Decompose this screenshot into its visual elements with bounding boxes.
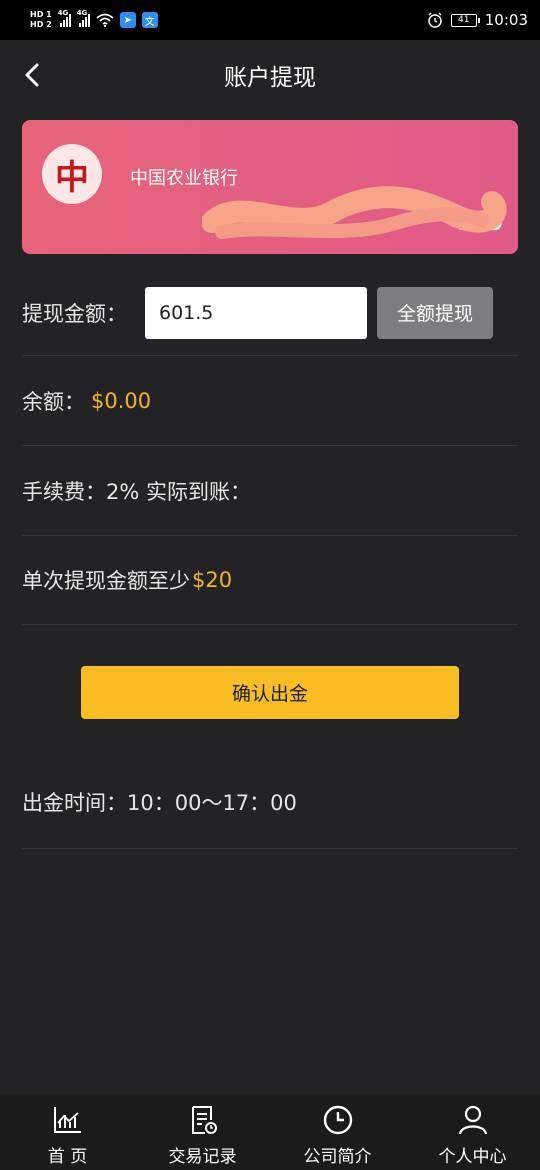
nav-label-records: 交易记录 (168, 1147, 237, 1167)
receipt-icon (191, 1106, 217, 1134)
amount-label: 提现金额： (22, 301, 127, 326)
balance-value: $0.00 (91, 388, 152, 413)
battery-level: 41 (458, 15, 470, 25)
confirm-withdraw-button[interactable]: 确认出金 (81, 666, 459, 719)
nav-item-home[interactable]: 首 页 (0, 1094, 135, 1170)
nav-item-company[interactable]: 公司简介 (270, 1094, 405, 1170)
nav-label-company: 公司简介 (303, 1147, 372, 1167)
full-withdraw-button[interactable]: 全额提现 (377, 286, 493, 339)
battery-icon: 41 (450, 13, 480, 27)
nav-label-home: 首 页 (47, 1147, 88, 1167)
bank-card[interactable]: 中 中国农业银行 470 (22, 120, 518, 254)
signal-icon: 4G (77, 9, 90, 27)
redaction-scribble (202, 186, 507, 239)
minimum-row: 单次提现金额至少 $20 (22, 536, 518, 625)
withdraw-time-row: 出金时间：10：00～17：00 (22, 756, 518, 849)
balance-row: 余额： $0.00 (22, 356, 518, 446)
status-left: HD 1 HD 2 4G 4G ➤ 文 (30, 9, 158, 30)
network-label-2: 4G (76, 9, 88, 17)
wifi-icon (96, 13, 114, 27)
fee-row: 手续费：2% 实际到账： (22, 446, 518, 536)
minimum-label: 单次提现金额至少 (22, 569, 190, 593)
clock-icon (323, 1105, 352, 1135)
nav-label-profile: 个人中心 (438, 1147, 507, 1167)
status-bar: HD 1 HD 2 4G 4G ➤ 文 41 10:03 (0, 0, 540, 40)
chart-icon (53, 1107, 81, 1133)
network-label-1: 4G (57, 9, 69, 17)
status-right: 41 10:03 (427, 11, 528, 29)
app-icon: ➤ (119, 12, 136, 28)
bottom-nav: 首 页 交易记录 公司简介 个人中心 (0, 1094, 540, 1170)
amount-row: 提现金额： 全额提现 (22, 270, 518, 356)
clock-time: 10:03 (484, 11, 528, 29)
alarm-icon (428, 12, 442, 28)
signal-icon: 4G (58, 9, 71, 27)
nav-item-profile[interactable]: 个人中心 (405, 1094, 540, 1170)
hd2-label: HD 2 (30, 20, 52, 29)
hd-indicator: HD 1 HD 2 (30, 10, 52, 30)
user-icon (458, 1105, 487, 1135)
withdraw-time-label: 出金时间：10：00～17：00 (22, 791, 297, 815)
bank-logo: 中 (42, 144, 102, 204)
amount-input[interactable] (145, 286, 367, 339)
header: 账户提现 (0, 40, 540, 110)
page-title: 账户提现 (224, 65, 316, 91)
nav-item-records[interactable]: 交易记录 (135, 1094, 270, 1170)
hd1-label: HD 1 (30, 10, 52, 19)
minimum-value: $20 (192, 568, 233, 592)
translate-icon: 文 (141, 12, 158, 28)
chevron-left-icon[interactable] (22, 62, 44, 88)
fee-label: 手续费：2% 实际到账： (22, 479, 251, 504)
balance-label: 余额： (22, 389, 85, 414)
